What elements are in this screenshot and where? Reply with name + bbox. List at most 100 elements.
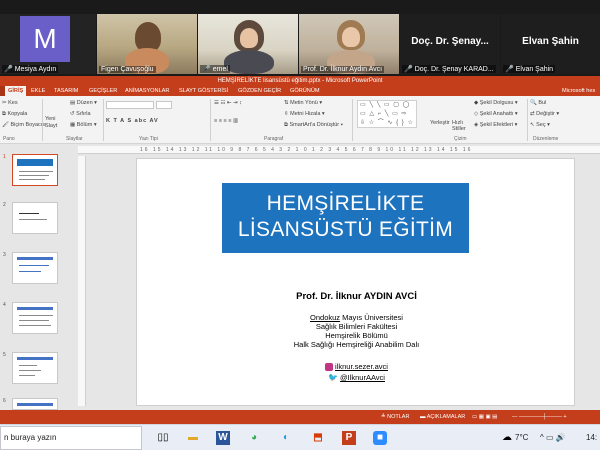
participant-tile[interactable]: Prof. Dr. İlknur Aydın Avcı xyxy=(299,14,399,74)
weather-icon: ☁ xyxy=(502,432,512,443)
cut-button[interactable]: ✂ Kes xyxy=(2,100,18,106)
chrome-icon[interactable]: ◕ xyxy=(247,431,261,445)
account-link[interactable]: Microsoft hes xyxy=(562,86,595,96)
new-slide-button[interactable]: Yeni Slayt xyxy=(45,116,65,130)
tab-animations[interactable]: ANİMASYONLAR xyxy=(125,86,169,96)
slide-thumbnail[interactable] xyxy=(12,154,58,186)
slide-canvas[interactable]: HEMŞİRELİKTE LİSANSÜSTÜ EĞİTİM Prof. Dr.… xyxy=(136,158,575,406)
participant-name: emel xyxy=(212,66,228,73)
university-name: Ondokuz Mayıs Üniversitesi xyxy=(310,313,403,322)
quick-styles-button[interactable]: Hızlı Stiller xyxy=(452,120,466,132)
arrange-button[interactable]: Yerleştir xyxy=(430,120,450,126)
participant-tile[interactable]: 🎤 emel xyxy=(198,14,298,74)
comments-button[interactable]: ▬ AÇIKLAMALAR xyxy=(420,414,465,420)
clock[interactable]: 14: xyxy=(586,433,597,442)
slide-thumbnail[interactable] xyxy=(12,202,58,234)
format-painter-button[interactable]: 🖌 Biçim Boyacısı xyxy=(2,122,47,128)
weather-temperature: 7°C xyxy=(515,433,529,442)
font-size-select[interactable] xyxy=(156,101,172,109)
window-title: HEMŞİRELİKTE lisansüstü eğitim.pptx - Mi… xyxy=(0,76,600,86)
group-editing-label: Düzenleme xyxy=(533,136,559,142)
bullets-button[interactable]: ☰ ☷ ⇤ ⇥ ↕ xyxy=(214,100,242,106)
instagram-icon xyxy=(325,363,334,372)
notes-button[interactable]: ≜ NOTLAR xyxy=(381,414,409,420)
participant-name: Prof. Dr. İlknur Aydın Avcı xyxy=(303,66,383,73)
reset-button[interactable]: ↺ Sıfırla xyxy=(70,111,91,117)
copy-button[interactable]: ⧉ Kopyala xyxy=(2,111,27,118)
slide-title-line-1: HEMŞİRELİKTE xyxy=(266,192,425,215)
slide-number: 2 xyxy=(3,202,6,208)
group-font-label: Yazı Tipi xyxy=(139,136,158,142)
slide-number: 6 xyxy=(3,398,6,404)
slide-title-box[interactable]: HEMŞİRELİKTE LİSANSÜSTÜ EĞİTİM xyxy=(222,183,469,253)
align-text-button[interactable]: ⇳ Metni Hizala ▾ xyxy=(284,111,325,117)
shape-effects-button[interactable]: ◈ Şekil Efektleri ▾ xyxy=(474,122,517,128)
horizontal-ruler: 16 15 14 13 12 11 10 9 8 7 6 5 4 3 2 1 0… xyxy=(78,146,600,154)
participant-big-name: Doç. Dr. Şenay... xyxy=(411,36,489,47)
mic-muted-icon: 🎤 xyxy=(505,66,514,73)
slide-number: 3 xyxy=(3,252,6,258)
tab-home[interactable]: GİRİŞ xyxy=(5,86,27,96)
select-button[interactable]: ↖ Seç ▾ xyxy=(530,122,550,128)
faculty-name: Sağlık Bilimleri Fakültesi xyxy=(315,322,398,331)
taskbar-search-input[interactable]: n buraya yazın xyxy=(0,426,142,450)
tab-view[interactable]: GÖRÜNÜM xyxy=(290,86,320,96)
text-direction-button[interactable]: ⇅ Metin Yönü ▾ xyxy=(284,100,322,106)
participant-big-name: Elvan Şahin xyxy=(522,36,579,47)
replace-button[interactable]: ⇄ Değiştir ▾ xyxy=(530,111,559,117)
tab-design[interactable]: TASARIM xyxy=(54,86,78,96)
participant-tile[interactable]: M 🎤 Mesiya Aydın xyxy=(0,14,96,74)
participant-name: Elvan Şahin xyxy=(515,66,554,73)
file-explorer-icon[interactable]: ▬ xyxy=(186,431,200,445)
ribbon: ✂ Kes ⧉ Kopyala 🖌 Biçim Boyacısı Pano Ye… xyxy=(0,96,600,144)
shape-outline-button[interactable]: ◇ Şekil Anahattı ▾ xyxy=(474,111,518,117)
twitter-handle: 🐦 @IlknurAAvci xyxy=(328,373,385,382)
participant-tile[interactable]: Elvan Şahin 🎤 Elvan Şahin xyxy=(501,14,600,74)
twitter-icon: 🐦 xyxy=(328,373,338,382)
screen: M 🎤 Mesiya Aydın Figen Çavuşoğlu 🎤 emel Pr… xyxy=(0,0,600,450)
convert-smartart-button[interactable]: ⧉ SmartArt'a Dönüştür ▾ xyxy=(284,122,343,129)
tab-insert[interactable]: EKLE xyxy=(31,86,45,96)
slide-thumbnail[interactable] xyxy=(12,352,58,384)
participant-tile[interactable]: Doç. Dr. Şenay... 🎤 Doç. Dr. Şenay KARAD.… xyxy=(400,14,500,74)
office-icon[interactable]: ⬒ xyxy=(311,431,325,445)
font-style-buttons[interactable]: K T A S abc AV xyxy=(106,118,159,124)
participant-name: Mesiya Aydın xyxy=(14,66,57,73)
slide-title-line-2: LİSANSÜSTÜ EĞİTİM xyxy=(237,218,454,241)
task-view-icon[interactable]: ▯▯ xyxy=(156,431,170,445)
tab-transitions[interactable]: GEÇİŞLER xyxy=(89,86,117,96)
group-drawing-label: Çizim xyxy=(454,136,467,142)
tray-icons[interactable]: ^ ▭ 🔊 xyxy=(540,433,566,442)
view-buttons[interactable]: ▭ ▦ ▣ ▤ xyxy=(472,414,497,420)
department-name: Hemşirelik Bölümü xyxy=(325,331,388,340)
section-button[interactable]: ▦ Bölüm ▾ xyxy=(70,122,97,128)
slide-thumbnail[interactable] xyxy=(12,302,58,334)
font-name-select[interactable] xyxy=(106,101,154,109)
group-paragraph-label: Paragraf xyxy=(264,136,284,142)
slide-thumbnail[interactable] xyxy=(12,252,58,284)
layout-button[interactable]: ▤ Düzen ▾ xyxy=(70,100,97,106)
shapes-gallery[interactable]: ▭ ╲ ╲ ▭ ▢ ◯ ▭ △ ⌐ ╲ ▭ ⇨ ⇩ ☆ ⌒ ∿ { } ☆ xyxy=(357,100,417,128)
group-clipboard-label: Pano xyxy=(3,136,15,142)
vertical-ruler xyxy=(78,156,86,406)
tab-review[interactable]: GÖZDEN GEÇİR xyxy=(238,86,281,96)
word-icon[interactable]: W xyxy=(216,431,230,445)
slide-number: 1 xyxy=(3,154,6,160)
find-button[interactable]: 🔍 Bul xyxy=(530,100,546,106)
author-name: Prof. Dr. İlknur AYDIN AVCİ xyxy=(296,291,417,302)
powerpoint-icon[interactable]: P xyxy=(342,431,356,445)
slide-thumbnail-panel[interactable]: 1 2 3 4 5 6 xyxy=(0,144,74,410)
participant-name: Doç. Dr. Şenay KARAD... xyxy=(414,66,494,73)
avatar: M xyxy=(20,16,70,62)
slide-number: 5 xyxy=(3,352,6,358)
align-buttons[interactable]: ≡ ≡ ≡ ≡ ▥ xyxy=(214,118,238,124)
participant-tile[interactable]: Figen Çavuşoğlu xyxy=(97,14,197,74)
zoom-app-icon[interactable]: ■ xyxy=(373,431,387,445)
zoom-participant-strip: M 🎤 Mesiya Aydın Figen Çavuşoğlu 🎤 emel Pr… xyxy=(0,0,600,76)
edge-icon[interactable]: ◐ xyxy=(279,431,293,445)
shape-fill-button[interactable]: ◆ Şekil Dolgusu ▾ xyxy=(474,100,518,106)
slide-thumbnail[interactable] xyxy=(12,398,58,410)
tab-slideshow[interactable]: SLAYT GÖSTERİSİ xyxy=(179,86,228,96)
division-name: Halk Sağlığı Hemşireliği Anabilim Dalı xyxy=(293,340,420,349)
zoom-slider[interactable]: — ──────┼──── + xyxy=(512,414,567,420)
